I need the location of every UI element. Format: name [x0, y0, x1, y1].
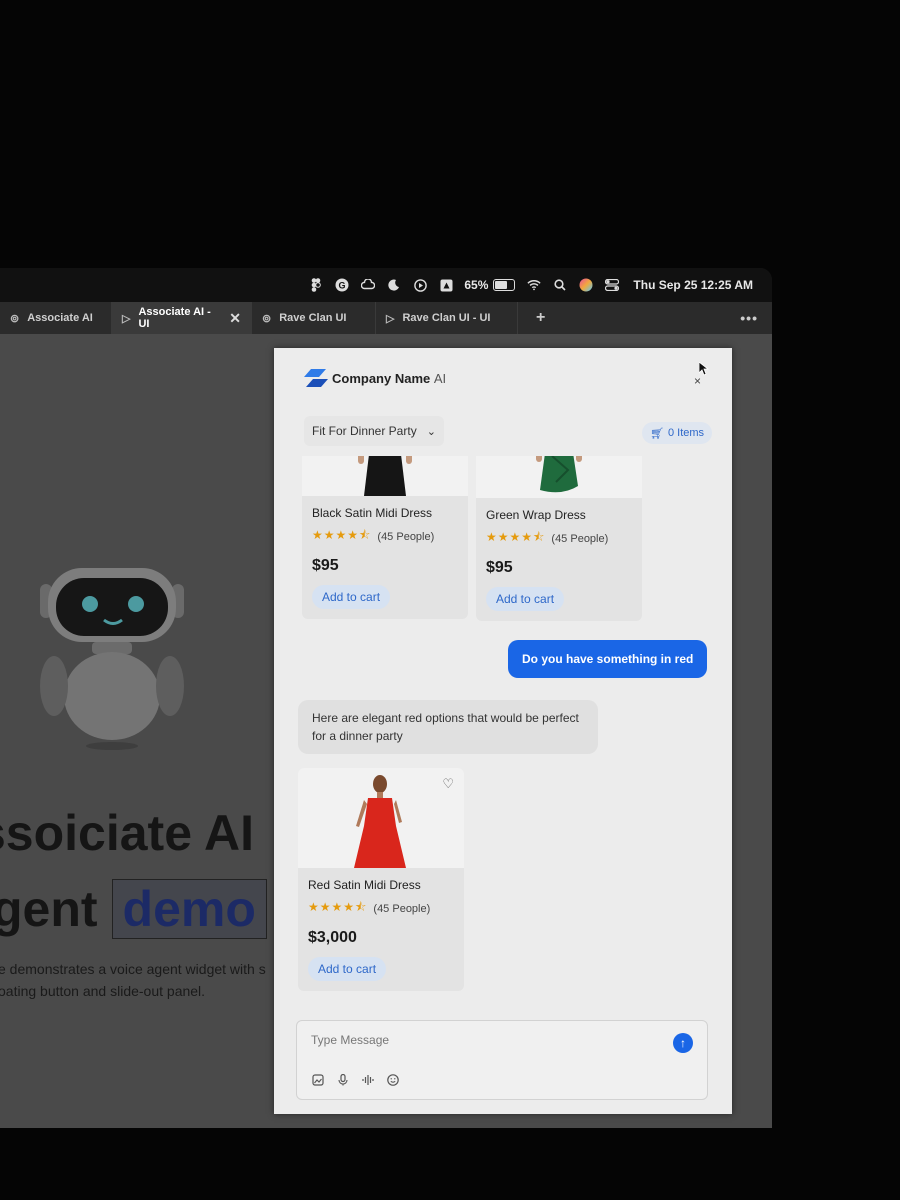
product-card[interactable]: Black Satin Midi Dress ★★★★⯪ (45 People)… — [302, 456, 468, 619]
microphone-icon[interactable] — [334, 1071, 352, 1089]
product-name: Black Satin Midi Dress — [312, 506, 433, 520]
cart-button[interactable]: 🛒︎ 0 Items — [642, 422, 713, 444]
headline-highlight: demo — [111, 879, 267, 939]
cart-count: 0 Items — [667, 427, 705, 439]
control-center-icon[interactable] — [605, 278, 620, 292]
siri-icon[interactable] — [579, 278, 593, 292]
review-count: (45 People) — [551, 532, 609, 545]
star-rating-icon: ★★★★⯪ — [312, 528, 372, 542]
message-input[interactable]: Type Message — [311, 1033, 389, 1047]
battery-percent: 65% — [464, 278, 489, 292]
product-rating: ★★★★⯪ (45 People) — [486, 528, 642, 549]
product-price: $95 — [486, 559, 513, 576]
tab-label: Associate AI - UI — [138, 306, 211, 330]
send-button[interactable]: ↑ — [673, 1033, 693, 1053]
product-image[interactable] — [476, 456, 642, 498]
play-icon: ▷ — [122, 312, 131, 325]
page-description: e demonstrates a voice agent widget with… — [0, 958, 266, 1002]
tab-rave-clan-ui[interactable]: ⊚ Rave Clan UI — [252, 302, 376, 334]
product-price: $95 — [312, 557, 339, 574]
heart-icon[interactable]: ♡ — [442, 776, 454, 792]
star-rating-icon: ★★★★⯪ — [486, 530, 546, 544]
assistant-panel: Company Name AI × Fit For Dinner Party ⌄… — [274, 348, 732, 1114]
filter-dropdown[interactable]: Fit For Dinner Party ⌄ — [304, 416, 444, 446]
add-to-cart-button[interactable]: Add to cart — [308, 957, 387, 981]
close-icon[interactable]: ✕ — [229, 310, 241, 327]
tab-label: Rave Clan UI - UI — [402, 312, 491, 324]
figma-file-icon: ⊚ — [10, 312, 20, 325]
tab-associate-ai[interactable]: ⊚ Associate AI — [0, 302, 112, 334]
figma-icon[interactable] — [309, 278, 323, 292]
menu-bar-clock[interactable]: Thu Sep 25 12:25 AM — [633, 278, 753, 292]
tab-label: Rave Clan UI — [279, 312, 347, 324]
page-headline: ssoiciate AI — [0, 805, 255, 861]
product-card[interactable]: ♡ Red Satin Midi Dress ★★★★⯪ (45 People)… — [298, 768, 464, 991]
brand-name-text: Company Name — [332, 371, 431, 386]
description-line: oating button and slide-out panel. — [0, 983, 206, 999]
emoji-icon[interactable] — [384, 1071, 402, 1089]
grammarly-icon[interactable]: G — [335, 278, 349, 292]
product-name: Red Satin Midi Dress — [308, 878, 421, 892]
image-upload-icon[interactable] — [309, 1071, 327, 1089]
figma-file-icon: ⊚ — [262, 312, 272, 325]
product-image[interactable]: ♡ — [298, 768, 464, 868]
product-rating: ★★★★⯪ (45 People) — [308, 898, 464, 919]
tab-label: Associate AI — [27, 312, 93, 324]
menu-bar: G 65% Thu Sep 25 12:25 AM — [0, 268, 772, 302]
user-message: Do you have something in red — [508, 640, 708, 678]
creative-cloud-icon[interactable] — [361, 278, 376, 292]
review-count: (45 People) — [377, 530, 435, 543]
svg-text:G: G — [339, 281, 346, 291]
product-name: Green Wrap Dress — [486, 508, 586, 522]
search-icon[interactable] — [553, 278, 567, 292]
page-subheadline: gent demo — [0, 879, 267, 939]
robot-illustration — [40, 568, 184, 750]
cart-icon: 🛒︎ — [650, 427, 664, 440]
description-line: e demonstrates a voice agent widget with… — [0, 961, 266, 977]
play-circle-icon[interactable] — [413, 278, 427, 292]
product-rating: ★★★★⯪ (45 People) — [312, 526, 468, 547]
wifi-icon[interactable] — [527, 278, 542, 292]
product-price: $3,000 — [308, 929, 357, 946]
new-tab-button[interactable]: + — [518, 309, 563, 327]
assistant-message: Here are elegant red options that would … — [298, 700, 598, 754]
message-composer[interactable]: Type Message ↑ — [296, 1020, 708, 1100]
brand-name: Company Name AI — [332, 371, 446, 386]
add-to-cart-button[interactable]: Add to cart — [486, 587, 565, 611]
add-to-cart-button[interactable]: Add to cart — [312, 585, 391, 609]
moon-icon[interactable] — [387, 278, 401, 292]
product-image[interactable] — [302, 456, 468, 496]
mouse-cursor — [698, 361, 710, 381]
battery-icon[interactable] — [493, 279, 516, 291]
tab-bar: ⊚ Associate AI ▷ Associate AI - UI ✕ ⊚ R… — [0, 302, 772, 334]
chat-thread[interactable]: Black Satin Midi Dress ★★★★⯪ (45 People)… — [274, 456, 732, 1016]
drive-icon[interactable] — [439, 278, 453, 292]
composer-toolbar — [309, 1071, 409, 1089]
tab-associate-ai-ui[interactable]: ▷ Associate AI - UI ✕ — [112, 302, 252, 334]
play-icon: ▷ — [386, 312, 395, 325]
brand-suffix: AI — [433, 371, 447, 386]
company-logo-icon — [304, 369, 328, 387]
panel-header: Company Name AI × — [274, 348, 732, 404]
headline-prefix: gent — [0, 881, 98, 937]
chevron-down-icon: ⌄ — [426, 425, 436, 438]
filter-label: Fit For Dinner Party — [312, 424, 417, 438]
review-count: (45 People) — [373, 902, 431, 915]
tab-rave-clan-ui-ui[interactable]: ▷ Rave Clan UI - UI — [376, 302, 518, 334]
product-card[interactable]: Green Wrap Dress ★★★★⯪ (45 People) $95 A… — [476, 456, 642, 621]
waveform-icon[interactable] — [359, 1071, 377, 1089]
star-rating-icon: ★★★★⯪ — [308, 900, 368, 914]
more-icon[interactable]: ••• — [740, 310, 772, 326]
